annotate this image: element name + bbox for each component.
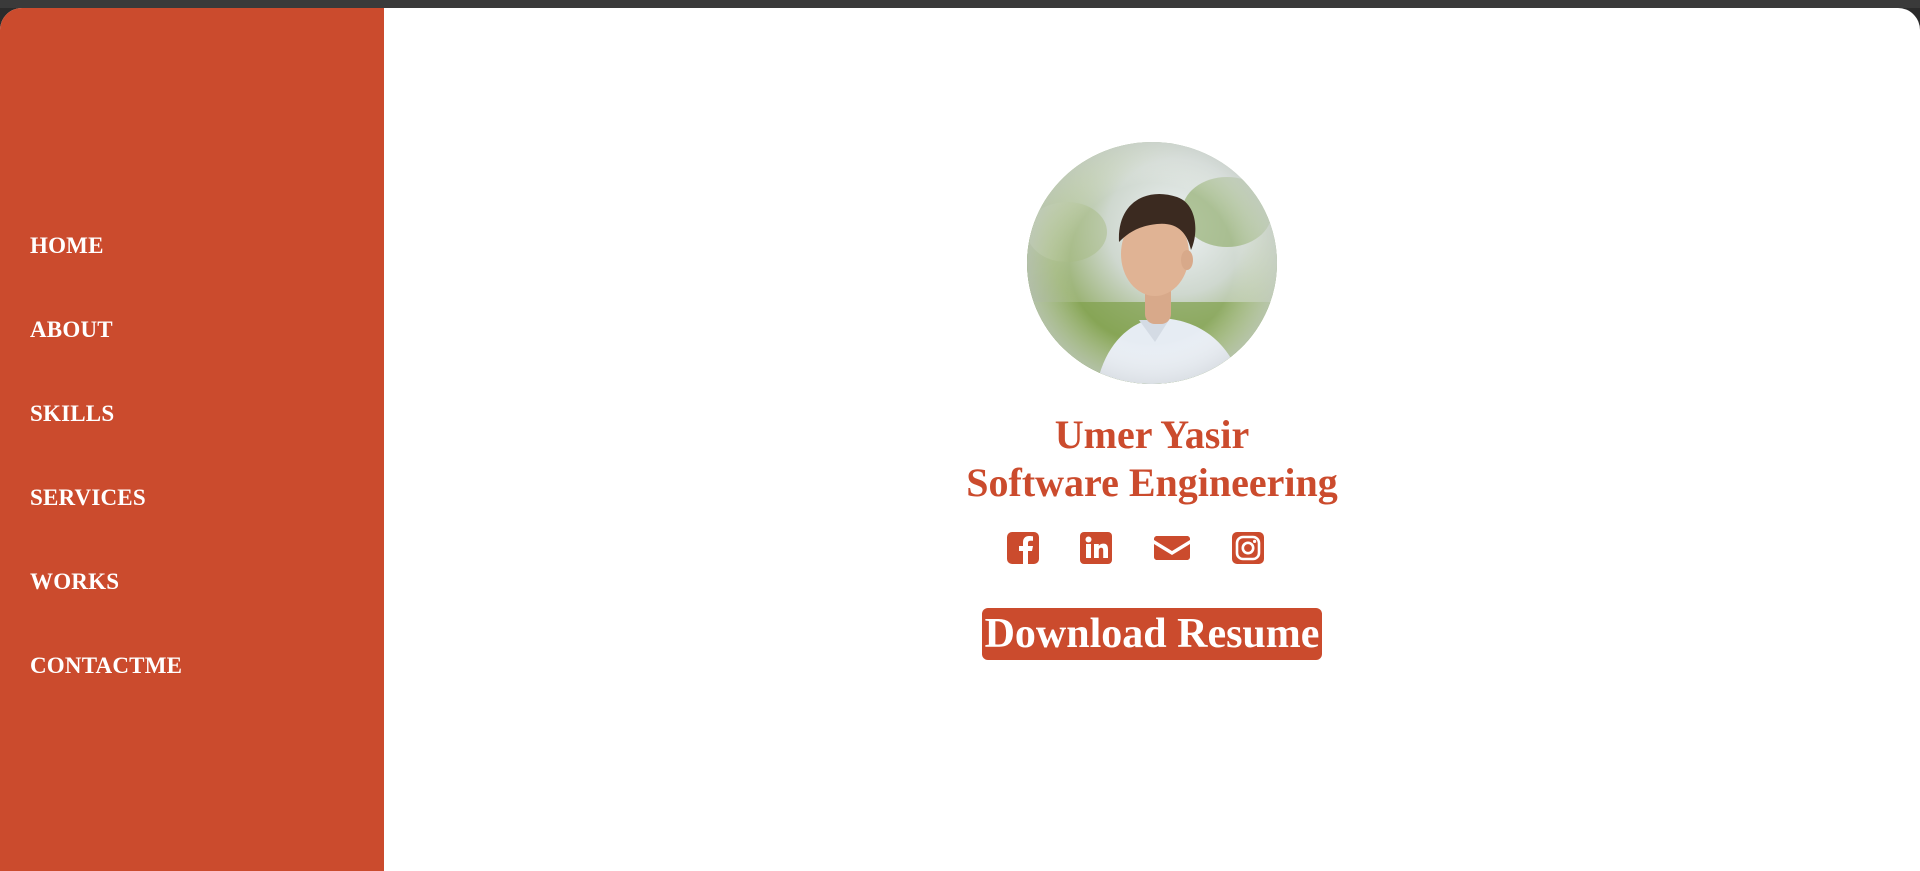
nav-link-skills[interactable]: SKILLS xyxy=(30,401,114,426)
download-resume-button[interactable]: Download Resume xyxy=(982,608,1322,660)
instagram-link[interactable] xyxy=(1230,530,1266,566)
browser-top-strip xyxy=(0,0,1920,8)
profile-role: Software Engineering xyxy=(966,460,1338,505)
instagram-icon xyxy=(1232,532,1264,564)
sidebar-item-home: HOME xyxy=(30,226,182,310)
nav-link-contactme[interactable]: CONTACTME xyxy=(30,653,182,678)
profile-avatar xyxy=(1027,142,1277,384)
mail-link[interactable] xyxy=(1152,530,1192,566)
page-window: HOME ABOUT SKILLS SERVICES WORKS CONTACT… xyxy=(0,8,1920,871)
facebook-icon xyxy=(1007,532,1039,564)
nav-link-services[interactable]: SERVICES xyxy=(30,485,146,510)
sidebar-item-skills: SKILLS xyxy=(30,394,182,478)
social-links xyxy=(1006,530,1306,570)
sidebar-item-contactme: CONTACTME xyxy=(30,646,182,730)
sidebar-item-services: SERVICES xyxy=(30,478,182,562)
sidebar-nav: HOME ABOUT SKILLS SERVICES WORKS CONTACT… xyxy=(30,226,182,730)
sidebar-item-works: WORKS xyxy=(30,562,182,646)
sidebar-item-about: ABOUT xyxy=(30,310,182,394)
nav-link-home[interactable]: HOME xyxy=(30,233,104,258)
mail-icon xyxy=(1154,536,1190,560)
profile-name: Umer Yasir xyxy=(1054,412,1250,457)
main-content: Umer Yasir Software Engineering Download… xyxy=(384,8,1920,871)
linkedin-icon xyxy=(1080,532,1112,564)
linkedin-link[interactable] xyxy=(1079,530,1113,566)
facebook-link[interactable] xyxy=(1006,530,1040,566)
profile-photo-illustration xyxy=(1027,142,1277,384)
sidebar: HOME ABOUT SKILLS SERVICES WORKS CONTACT… xyxy=(0,8,384,871)
nav-link-works[interactable]: WORKS xyxy=(30,569,119,594)
nav-link-about[interactable]: ABOUT xyxy=(30,317,113,342)
